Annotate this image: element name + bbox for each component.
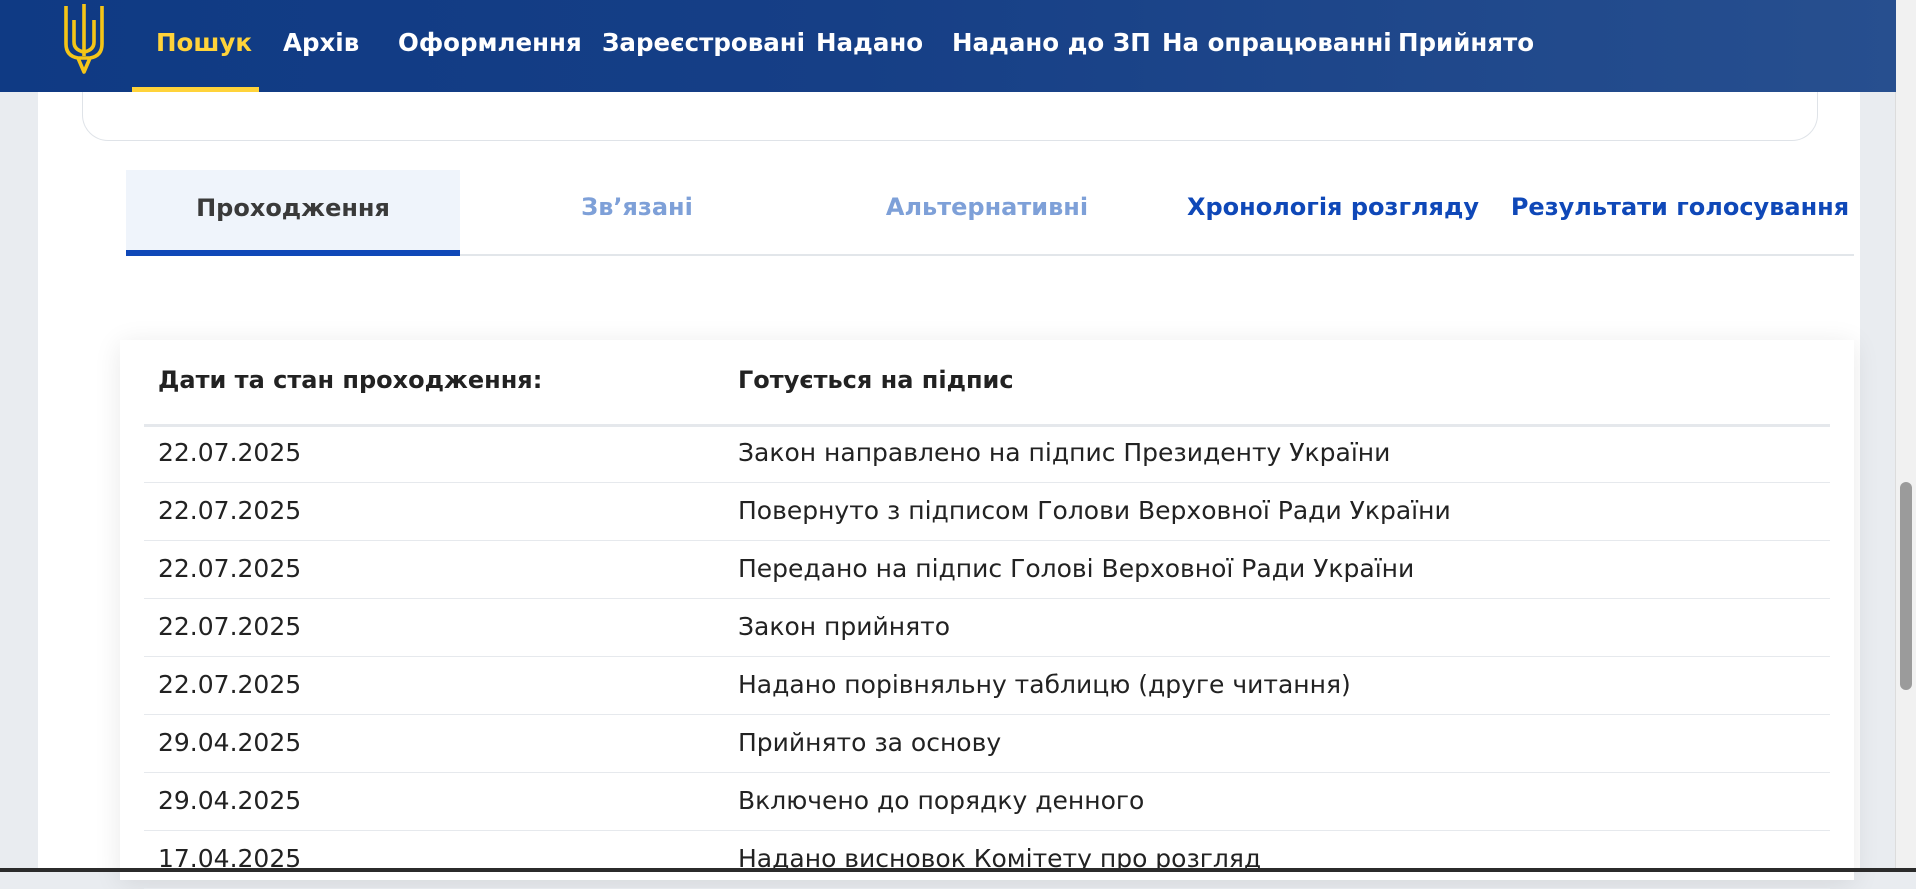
row-date: 22.07.2025 bbox=[158, 554, 302, 583]
table-row: 22.07.2025 Повернуто з підписом Голови Ве… bbox=[144, 482, 1830, 541]
row-status: Повернуто з підписом Голови Верховної Ра… bbox=[738, 496, 1451, 525]
nav-submitted-to-zp[interactable]: Надано до ЗП bbox=[952, 0, 1151, 92]
tab-passage[interactable]: Проходження bbox=[126, 170, 460, 256]
active-nav-indicator bbox=[132, 87, 259, 92]
row-status: Надано порівняльну таблицю (друге читанн… bbox=[738, 670, 1351, 699]
row-date: 22.07.2025 bbox=[158, 670, 302, 699]
nav-adopted[interactable]: Прийнято bbox=[1398, 0, 1534, 92]
nav-registration[interactable]: Оформлення bbox=[398, 0, 582, 92]
table-row: 22.07.2025 Надано порівняльну таблицю (др… bbox=[144, 656, 1830, 715]
passage-table: Дати та стан проходження: Готується на п… bbox=[120, 340, 1854, 889]
table-row: 22.07.2025 Передано на підпис Голові Верх… bbox=[144, 540, 1830, 599]
scrollbar[interactable] bbox=[1895, 0, 1916, 872]
row-status: Закон направлено на підпис Президенту Ук… bbox=[738, 438, 1391, 467]
row-status: Включено до порядку денного bbox=[738, 786, 1145, 815]
row-date: 29.04.2025 bbox=[158, 786, 302, 815]
row-status: Прийнято за основу bbox=[738, 728, 1002, 757]
window-bottom-edge bbox=[0, 868, 1916, 872]
table-row: 29.04.2025 Включено до порядку денного bbox=[144, 772, 1830, 831]
nav-submitted[interactable]: Надано bbox=[816, 0, 923, 92]
page-content: Проходження Зв’язані Альтернативні Хроно… bbox=[38, 0, 1860, 889]
nav-in-processing[interactable]: На опрацюванні bbox=[1162, 0, 1392, 92]
tab-alternative[interactable]: Альтернативні bbox=[814, 170, 1160, 250]
tab-bar: Проходження Зв’язані Альтернативні Хроно… bbox=[126, 170, 1854, 256]
header-dates: Дати та стан проходження: bbox=[158, 366, 543, 394]
table-row: 22.07.2025 Закон направлено на підпис Пре… bbox=[144, 424, 1830, 483]
table-row: 17.04.2025 Надано висновок Комітету про р… bbox=[144, 830, 1830, 889]
nav-registered[interactable]: Зареєстровані bbox=[602, 0, 805, 92]
tab-related[interactable]: Зв’язані bbox=[460, 170, 814, 250]
scrollbar-thumb[interactable] bbox=[1900, 482, 1912, 690]
nav-search[interactable]: Пошук bbox=[156, 0, 252, 92]
tab-voting-results[interactable]: Результати голосування bbox=[1506, 170, 1854, 250]
tab-chronology[interactable]: Хронологія розгляду bbox=[1160, 170, 1506, 250]
row-date: 22.07.2025 bbox=[158, 438, 302, 467]
table-row: 29.04.2025 Прийнято за основу bbox=[144, 714, 1830, 773]
header-status: Готується на підпис bbox=[738, 366, 1014, 394]
table-header: Дати та стан проходження: Готується на п… bbox=[144, 340, 1830, 427]
top-navigation: Пошук Архів Оформлення Зареєстровані Надано Н… bbox=[0, 0, 1896, 92]
trident-icon[interactable] bbox=[58, 0, 110, 76]
row-status: Передано на підпис Голові Верховної Ради… bbox=[738, 554, 1415, 583]
row-date: 22.07.2025 bbox=[158, 612, 302, 641]
row-date: 22.07.2025 bbox=[158, 496, 302, 525]
row-date: 29.04.2025 bbox=[158, 728, 302, 757]
table-row: 22.07.2025 Закон прийнято bbox=[144, 598, 1830, 657]
nav-archive[interactable]: Архів bbox=[283, 0, 359, 92]
row-status: Закон прийнято bbox=[738, 612, 950, 641]
